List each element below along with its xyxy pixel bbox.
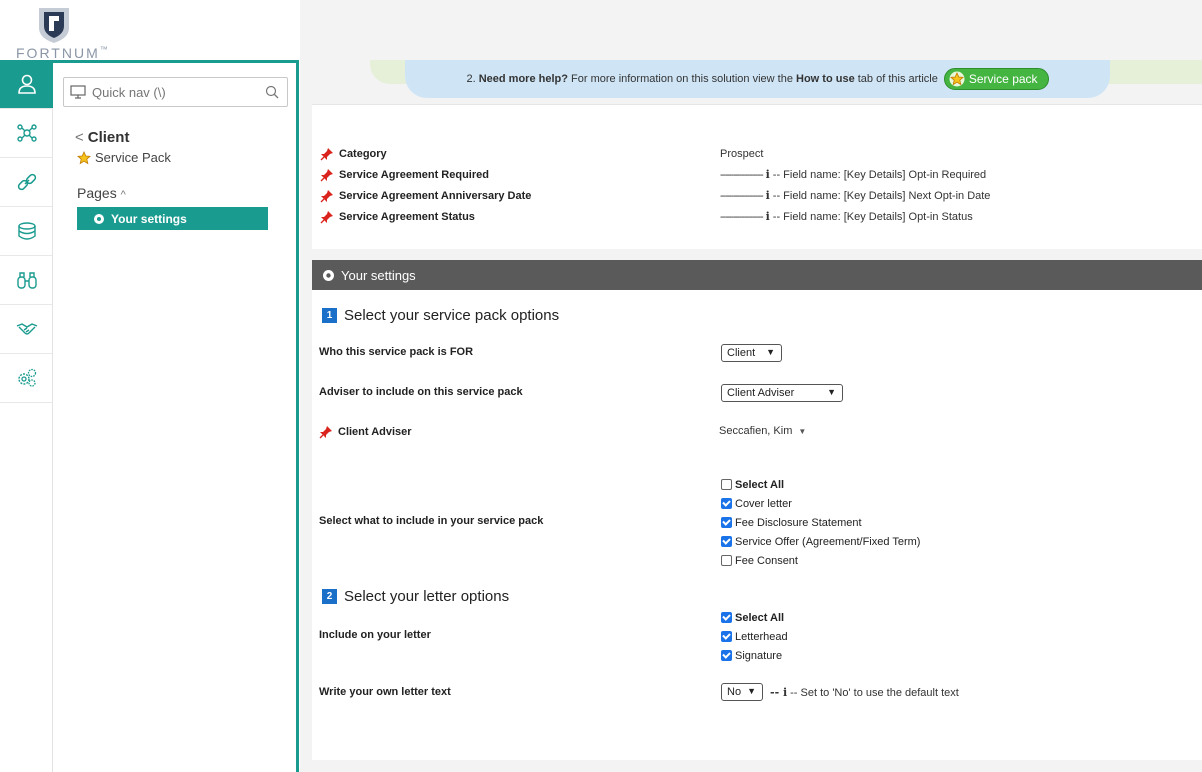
detail-row: Category [320, 147, 387, 161]
chevron-down-icon: ▼ [766, 347, 775, 357]
info-icon[interactable]: i [766, 168, 770, 181]
pages-toggle[interactable]: Pages ^ [77, 185, 126, 201]
checkbox-cover-letter[interactable]: Cover letter [721, 494, 920, 513]
checkbox[interactable] [721, 555, 732, 566]
pin-icon [320, 148, 333, 161]
section-number: 2 [322, 589, 337, 604]
coins-icon [17, 222, 36, 240]
rail-network-button[interactable] [0, 109, 53, 158]
monitor-icon [70, 85, 86, 99]
caret-down-icon: ▼ [798, 426, 807, 436]
link-icon [17, 173, 36, 191]
nav-sub-item[interactable]: Service Pack [77, 150, 171, 165]
chevron-up-icon: ^ [120, 189, 126, 201]
back-label: Client [87, 129, 130, 146]
chevron-left-icon: < [75, 129, 84, 146]
checkbox-service-offer[interactable]: Service Offer (Agreement/Fixed Term) [721, 532, 920, 551]
user-icon [17, 74, 36, 94]
checkbox[interactable] [721, 631, 732, 642]
own-text-select[interactable]: No ▼ [721, 683, 763, 701]
section-number: 1 [322, 308, 337, 323]
checkbox-signature[interactable]: Signature [721, 646, 788, 665]
detail-value: Prospect [720, 148, 764, 160]
checkbox[interactable] [721, 517, 732, 528]
nav-sub-label: Service Pack [95, 150, 171, 165]
gear-icon [94, 213, 104, 224]
detail-row: Service Agreement Status [320, 210, 475, 224]
nav-item-your-settings[interactable]: Your settings [77, 207, 268, 230]
service-pack-button[interactable]: Service pack [943, 68, 1049, 90]
rail-settings-button[interactable] [0, 354, 53, 403]
star-icon [77, 150, 91, 164]
detail-value: ---------------- i -- Field name: [Key Det… [720, 189, 991, 202]
details-card: Category Prospect Service Agreement Requ… [312, 104, 1202, 249]
info-icon[interactable]: i [766, 210, 770, 223]
search-icon[interactable] [265, 85, 279, 99]
checkbox-fee-consent[interactable]: Fee Consent [721, 551, 920, 570]
own-text-label: Write your own letter text [319, 686, 451, 698]
gear-icon [323, 269, 334, 281]
detail-value: ---------------- i -- Field name: [Key Det… [720, 210, 973, 223]
letter-label: Include on your letter [319, 629, 431, 641]
chevron-down-icon: ▼ [747, 686, 756, 696]
brand-name: FORTNUM™ [16, 45, 110, 61]
for-label: Who this service pack is FOR [319, 346, 474, 358]
checkbox[interactable] [721, 479, 732, 490]
checkbox[interactable] [721, 498, 732, 509]
star-icon [949, 71, 965, 87]
fortnum-shield-icon [39, 8, 69, 43]
section-title: 1 Select your service pack options [322, 307, 559, 324]
rail-binoculars-button[interactable] [0, 256, 53, 305]
rail-client-button[interactable] [0, 60, 53, 109]
main-content: 2. Need more help? For more information … [300, 0, 1202, 772]
network-icon [16, 124, 37, 142]
pin-icon [319, 426, 332, 439]
detail-value: ---------------- i -- Field name: [Key Det… [720, 168, 987, 181]
adviser-select[interactable]: Client Adviser ▼ [721, 384, 843, 402]
handshake-icon [16, 323, 37, 335]
binoculars-icon [16, 272, 37, 289]
back-to-client-link[interactable]: < Client [75, 129, 129, 146]
info-icon[interactable]: i [766, 189, 770, 202]
settings-header: Your settings [312, 260, 1202, 290]
checkbox[interactable] [721, 536, 732, 547]
for-select[interactable]: Client ▼ [721, 344, 782, 362]
letter-checklist: Select All Letterhead Signature [721, 608, 788, 665]
quick-nav-input[interactable] [92, 84, 262, 100]
adviser-label: Adviser to include on this service pack [319, 386, 523, 398]
brand-logo: FORTNUM™ [0, 0, 300, 61]
checkbox[interactable] [721, 650, 732, 661]
client-adviser-dropdown[interactable]: Seccafien, Kim ▼ [719, 425, 806, 437]
rail-coins-button[interactable] [0, 207, 53, 256]
settings-gears-icon [17, 368, 36, 387]
checkbox[interactable] [721, 612, 732, 623]
quick-nav-search[interactable] [63, 77, 288, 107]
detail-row: Service Agreement Anniversary Date [320, 189, 531, 203]
help-banner: 2. Need more help? For more information … [405, 60, 1110, 98]
section-title: 2 Select your letter options [322, 588, 509, 605]
checkbox-fee-disclosure[interactable]: Fee Disclosure Statement [721, 513, 920, 532]
settings-card: Your settings 1 Select your service pack… [312, 260, 1202, 760]
pin-icon [320, 169, 333, 182]
own-text-note: -- i -- Set to 'No' to use the default te… [770, 686, 959, 699]
pin-icon [320, 190, 333, 203]
include-checklist: Select All Cover letter Fee Disclosure S… [721, 475, 920, 570]
chevron-down-icon: ▼ [827, 387, 836, 397]
checkbox-select-all[interactable]: Select All [721, 475, 920, 494]
nav-panel: <Client Service Pack Pages ^ Your settin… [53, 60, 299, 772]
icon-rail [0, 60, 53, 772]
rail-handshake-button[interactable] [0, 305, 53, 354]
checkbox-letterhead[interactable]: Letterhead [721, 627, 788, 646]
rail-link-button[interactable] [0, 158, 53, 207]
info-icon[interactable]: -- i [770, 686, 787, 699]
pin-icon [320, 211, 333, 224]
client-adviser-label: Client Adviser [319, 425, 412, 439]
detail-row: Service Agreement Required [320, 168, 489, 182]
checkbox-letter-select-all[interactable]: Select All [721, 608, 788, 627]
include-label: Select what to include in your service p… [319, 515, 544, 527]
